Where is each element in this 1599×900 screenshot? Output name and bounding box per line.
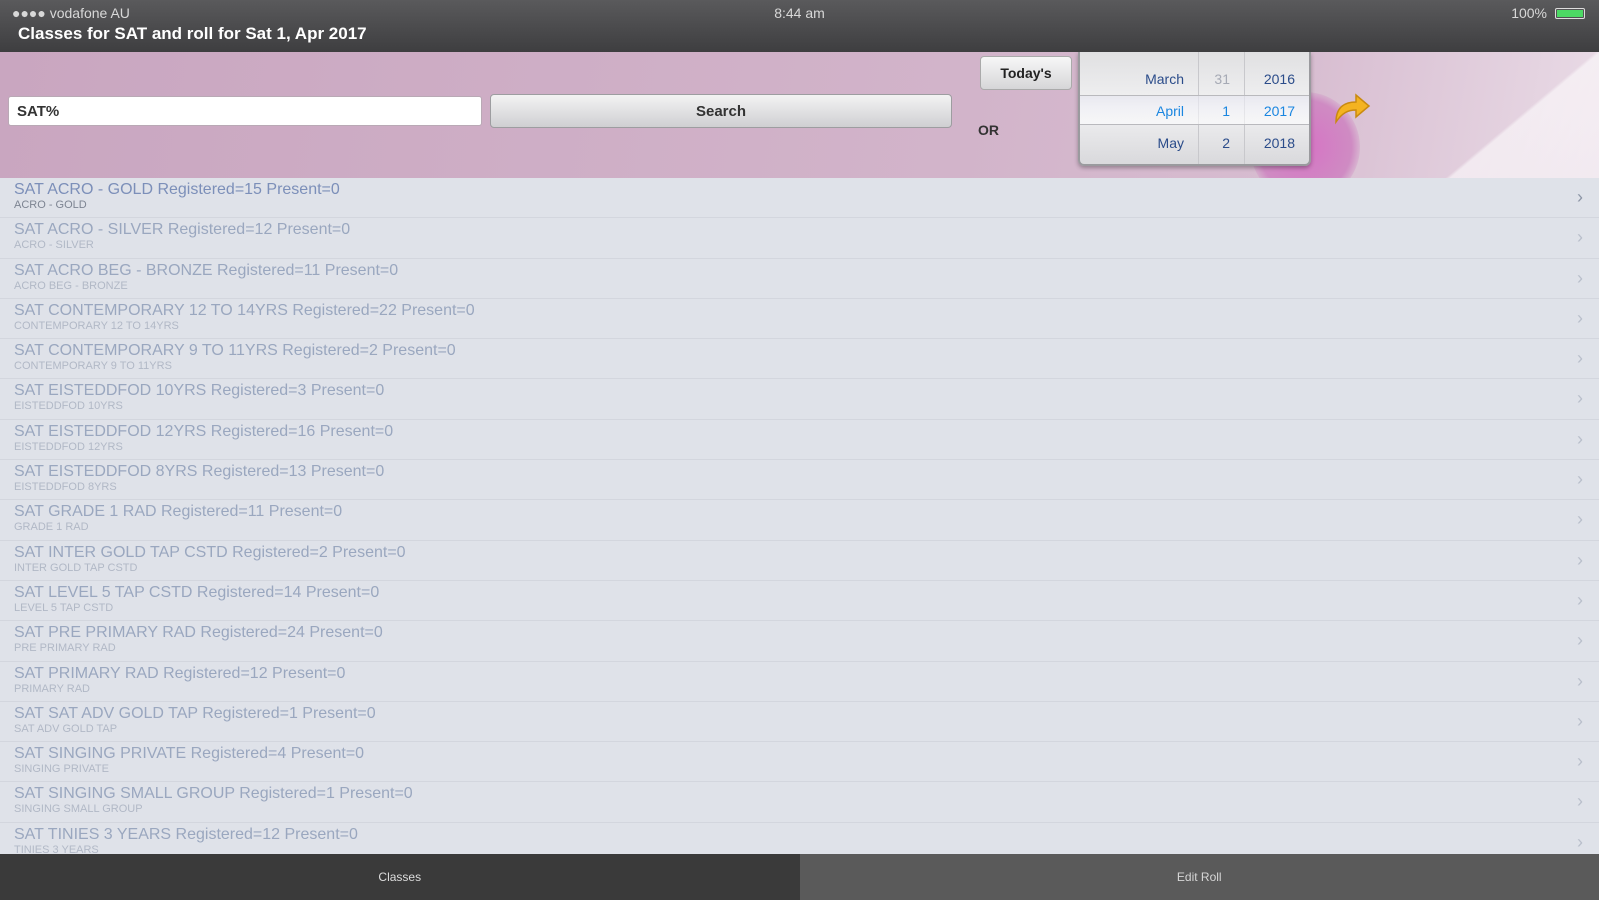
picker-day: 31 bbox=[1214, 71, 1230, 87]
todays-button[interactable]: Today's bbox=[980, 56, 1072, 90]
class-subtitle: PRE PRIMARY RAD bbox=[14, 642, 116, 655]
chevron-right-icon: › bbox=[1577, 791, 1583, 812]
search-header: Search Today's OR March 31 2016 April 1 … bbox=[0, 52, 1599, 178]
picker-day: 1 bbox=[1222, 103, 1230, 119]
page-title: Classes for SAT and roll for Sat 1, Apr … bbox=[18, 24, 367, 43]
picker-row-prev[interactable]: March 31 2016 bbox=[1080, 64, 1309, 94]
class-row[interactable]: SAT SINGING PRIVATE Registered=4 Present… bbox=[0, 742, 1599, 783]
picker-row-selected[interactable]: April 1 2017 bbox=[1080, 95, 1309, 125]
or-label: OR bbox=[978, 122, 999, 138]
chevron-right-icon: › bbox=[1577, 469, 1583, 490]
class-subtitle: INTER GOLD TAP CSTD bbox=[14, 561, 138, 574]
title-bar: ●●●● vodafone AU 8:44 am 100% Classes fo… bbox=[0, 0, 1599, 52]
class-row[interactable]: SAT PRIMARY RAD Registered=12 Present=0 P… bbox=[0, 662, 1599, 702]
chevron-right-icon: › bbox=[1577, 751, 1583, 772]
class-subtitle: SINGING PRIVATE bbox=[14, 763, 109, 776]
chevron-right-icon: › bbox=[1577, 589, 1583, 610]
tab-edit-roll[interactable]: Edit Roll bbox=[799, 854, 1599, 900]
class-row[interactable]: SAT SAT ADV GOLD TAP Registered=1 Presen… bbox=[0, 702, 1599, 743]
class-row[interactable]: SAT SINGING SMALL GROUP Registered=1 Pre… bbox=[0, 782, 1599, 823]
search-input[interactable] bbox=[8, 96, 482, 126]
date-picker[interactable]: March 31 2016 April 1 2017 May 2 2018 bbox=[1078, 52, 1311, 166]
chevron-right-icon: › bbox=[1577, 227, 1583, 248]
class-subtitle: GRADE 1 RAD bbox=[14, 521, 89, 534]
status-right: 100% bbox=[1511, 5, 1585, 21]
class-row[interactable]: SAT ACRO - GOLD Registered=15 Present=0 A… bbox=[0, 178, 1599, 219]
chevron-right-icon: › bbox=[1577, 187, 1583, 207]
class-row[interactable]: SAT EISTEDDFOD 10YRS Registered=3 Presen… bbox=[0, 379, 1599, 420]
chevron-right-icon: › bbox=[1577, 630, 1583, 651]
class-subtitle: LEVEL 5 TAP CSTD bbox=[14, 601, 114, 614]
class-title: SAT TINIES 3 YEARS Registered=12 Present… bbox=[14, 825, 358, 843]
class-row[interactable]: SAT PRE PRIMARY RAD Registered=24 Presen… bbox=[0, 621, 1599, 662]
class-subtitle: TINIES 3 YEARS bbox=[14, 843, 99, 854]
class-subtitle: SAT ADV GOLD TAP bbox=[14, 722, 118, 735]
chevron-right-icon: › bbox=[1577, 710, 1583, 731]
class-subtitle: EISTEDDFOD 8YRS bbox=[14, 481, 117, 494]
chevron-right-icon: › bbox=[1577, 267, 1583, 288]
class-title: SAT ACRO - SILVER Registered=12 Present=… bbox=[14, 221, 351, 239]
go-arrow-icon[interactable] bbox=[1332, 92, 1372, 126]
class-title: SAT EISTEDDFOD 8YRS Registered=13 Presen… bbox=[14, 463, 385, 481]
class-row[interactable]: SAT TINIES 3 YEARS Registered=12 Present… bbox=[0, 823, 1599, 854]
class-title: SAT GRADE 1 RAD Registered=11 Present=0 bbox=[14, 503, 343, 521]
class-title: SAT SINGING SMALL GROUP Registered=1 Pre… bbox=[14, 785, 413, 803]
class-title: SAT LEVEL 5 TAP CSTD Registered=14 Prese… bbox=[14, 583, 380, 601]
picker-year: 2017 bbox=[1263, 103, 1295, 119]
tab-bar: Classes Edit Roll bbox=[0, 854, 1599, 900]
class-subtitle: ACRO - GOLD bbox=[14, 199, 87, 211]
class-subtitle: ACRO - SILVER bbox=[14, 239, 94, 252]
class-title: SAT PRIMARY RAD Registered=12 Present=0 bbox=[14, 664, 346, 682]
class-title: SAT SAT ADV GOLD TAP Registered=1 Presen… bbox=[14, 704, 376, 722]
clock: 8:44 am bbox=[774, 5, 825, 21]
class-subtitle: EISTEDDFOD 12YRS bbox=[14, 440, 123, 453]
battery-percent: 100% bbox=[1511, 5, 1547, 21]
decorative-swoosh bbox=[1420, 52, 1599, 178]
class-row[interactable]: SAT ACRO BEG - BRONZE Registered=11 Pres… bbox=[0, 259, 1599, 299]
class-title: SAT EISTEDDFOD 12YRS Registered=16 Prese… bbox=[14, 422, 394, 440]
chevron-right-icon: › bbox=[1577, 388, 1583, 409]
chevron-right-icon: › bbox=[1577, 831, 1583, 852]
chevron-right-icon: › bbox=[1577, 428, 1583, 449]
picker-month: April bbox=[1155, 103, 1184, 119]
picker-year: 2018 bbox=[1263, 135, 1295, 151]
class-subtitle: ACRO BEG - BRONZE bbox=[14, 279, 128, 292]
class-row[interactable]: SAT CONTEMPORARY 9 TO 11YRS Registered=2… bbox=[0, 339, 1599, 380]
chevron-right-icon: › bbox=[1577, 549, 1583, 570]
class-subtitle: EISTEDDFOD 10YRS bbox=[14, 400, 123, 413]
class-list: SAT ACRO - GOLD Registered=15 Present=0 A… bbox=[0, 178, 1599, 854]
class-title: SAT CONTEMPORARY 9 TO 11YRS Registered=2… bbox=[14, 342, 456, 360]
class-subtitle: CONTEMPORARY 9 TO 11YRS bbox=[14, 360, 172, 373]
chevron-right-icon: › bbox=[1577, 348, 1583, 369]
picker-month: March bbox=[1145, 71, 1184, 87]
battery-icon bbox=[1555, 7, 1585, 19]
class-subtitle: CONTEMPORARY 12 TO 14YRS bbox=[14, 319, 179, 332]
class-row[interactable]: SAT LEVEL 5 TAP CSTD Registered=14 Prese… bbox=[0, 581, 1599, 622]
class-title: SAT SINGING PRIVATE Registered=4 Present… bbox=[14, 745, 365, 763]
class-row[interactable]: SAT EISTEDDFOD 12YRS Registered=16 Prese… bbox=[0, 420, 1599, 461]
status-bar: ●●●● vodafone AU 8:44 am 100% bbox=[0, 0, 1599, 24]
picker-year: 2016 bbox=[1263, 71, 1295, 87]
search-button[interactable]: Search bbox=[490, 94, 952, 128]
class-title: SAT ACRO BEG - BRONZE Registered=11 Pres… bbox=[14, 261, 399, 279]
chevron-right-icon: › bbox=[1577, 670, 1583, 691]
class-title: SAT CONTEMPORARY 12 TO 14YRS Registered=… bbox=[14, 301, 475, 319]
class-title: SAT ACRO - GOLD Registered=15 Present=0 bbox=[14, 181, 340, 198]
class-row[interactable]: SAT ACRO - SILVER Registered=12 Present=… bbox=[0, 218, 1599, 259]
picker-month: May bbox=[1157, 135, 1184, 151]
picker-row-next[interactable]: May 2 2018 bbox=[1080, 128, 1309, 158]
class-row[interactable]: SAT EISTEDDFOD 8YRS Registered=13 Presen… bbox=[0, 460, 1599, 501]
class-row[interactable]: SAT GRADE 1 RAD Registered=11 Present=0 G… bbox=[0, 500, 1599, 541]
class-row[interactable]: SAT CONTEMPORARY 12 TO 14YRS Registered=… bbox=[0, 299, 1599, 340]
class-title: SAT PRE PRIMARY RAD Registered=24 Presen… bbox=[14, 624, 383, 642]
chevron-right-icon: › bbox=[1577, 509, 1583, 530]
chevron-right-icon: › bbox=[1577, 307, 1583, 328]
class-title: SAT INTER GOLD TAP CSTD Registered=2 Pre… bbox=[14, 543, 406, 561]
class-subtitle: SINGING SMALL GROUP bbox=[14, 803, 143, 816]
class-subtitle: PRIMARY RAD bbox=[14, 682, 91, 695]
picker-day: 2 bbox=[1222, 135, 1230, 151]
class-row[interactable]: SAT INTER GOLD TAP CSTD Registered=2 Pre… bbox=[0, 541, 1599, 581]
tab-classes[interactable]: Classes bbox=[0, 854, 800, 900]
class-title: SAT EISTEDDFOD 10YRS Registered=3 Presen… bbox=[14, 382, 385, 400]
